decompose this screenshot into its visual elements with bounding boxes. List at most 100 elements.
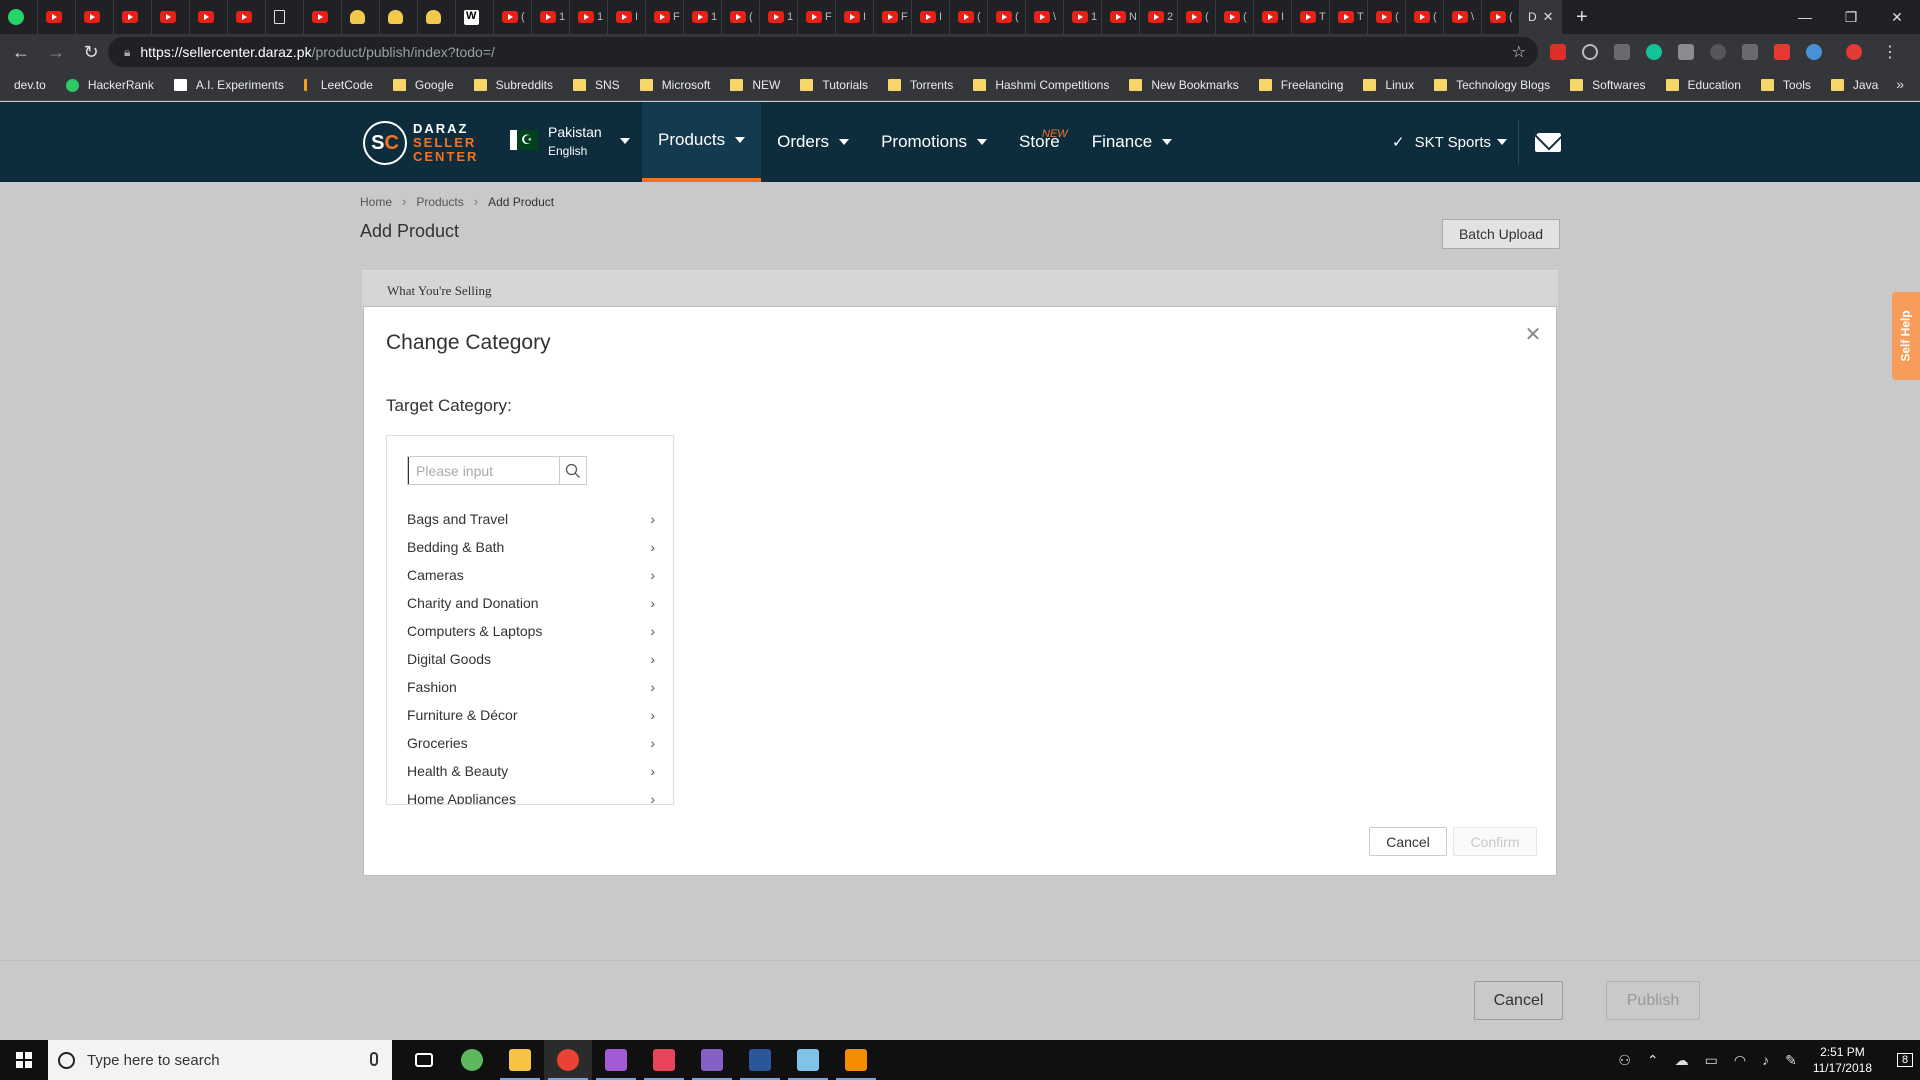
- taskbar-app[interactable]: [448, 1040, 496, 1080]
- taskbar-app[interactable]: [640, 1040, 688, 1080]
- browser-tab[interactable]: [152, 0, 190, 34]
- category-item[interactable]: Digital Goods ›: [407, 645, 655, 673]
- browser-tab[interactable]: \: [1444, 0, 1482, 34]
- browser-tab[interactable]: 1: [760, 0, 798, 34]
- nav-orders[interactable]: Orders: [761, 102, 865, 182]
- battery-icon[interactable]: ▭: [1705, 1052, 1718, 1069]
- bookmark-item[interactable]: Microsoft: [639, 78, 710, 92]
- bookmark-item[interactable]: Softwares: [1570, 78, 1646, 92]
- close-window-button[interactable]: ✕: [1874, 0, 1920, 34]
- browser-tab[interactable]: (: [950, 0, 988, 34]
- browser-tab[interactable]: \: [1026, 0, 1064, 34]
- bookmark-item[interactable]: Linux: [1363, 78, 1414, 92]
- wifi-icon[interactable]: ◠: [1734, 1052, 1746, 1069]
- reload-icon[interactable]: ↻: [77, 38, 105, 66]
- profile-avatar-icon[interactable]: [1846, 44, 1862, 60]
- dialog-cancel-button[interactable]: Cancel: [1369, 827, 1447, 856]
- bookmark-item[interactable]: SNS: [573, 78, 620, 92]
- bookmark-star-icon[interactable]: ☆: [1512, 42, 1526, 62]
- bookmark-item[interactable]: New Bookmarks: [1129, 78, 1239, 92]
- user-menu[interactable]: ✓ SKT Sports: [1392, 133, 1507, 151]
- bookmark-item[interactable]: Torrents: [887, 78, 953, 92]
- browser-tab[interactable]: [304, 0, 342, 34]
- category-item[interactable]: Groceries ›: [407, 729, 655, 757]
- browser-tab[interactable]: N: [1102, 0, 1140, 34]
- taskbar-app[interactable]: [400, 1040, 448, 1080]
- close-icon[interactable]: ✕: [1521, 322, 1545, 346]
- category-item[interactable]: Charity and Donation ›: [407, 589, 655, 617]
- close-tab-icon[interactable]: ✕: [1543, 9, 1554, 25]
- nav-store[interactable]: Store NEW: [1003, 102, 1076, 182]
- breadcrumb-products[interactable]: Products: [416, 195, 463, 209]
- browser-tab[interactable]: [228, 0, 266, 34]
- browser-tab[interactable]: T: [1292, 0, 1330, 34]
- nav-products[interactable]: Products: [642, 102, 762, 182]
- taskbar-app[interactable]: [736, 1040, 784, 1080]
- mail-icon[interactable]: [1535, 133, 1561, 152]
- browser-tab-active[interactable]: D ✕: [1520, 0, 1562, 34]
- nav-promotions[interactable]: Promotions: [865, 102, 1003, 182]
- browser-tab[interactable]: I: [912, 0, 950, 34]
- back-arrow-icon[interactable]: ←: [7, 38, 35, 66]
- taskbar-app[interactable]: [832, 1040, 880, 1080]
- browser-tab[interactable]: I: [608, 0, 646, 34]
- bookmark-item[interactable]: LeetCode: [303, 78, 373, 92]
- taskbar-app[interactable]: [496, 1040, 544, 1080]
- browser-tab[interactable]: [0, 0, 38, 34]
- category-item[interactable]: Home Appliances ›: [407, 785, 655, 804]
- browser-tab[interactable]: T: [1330, 0, 1368, 34]
- bookmark-item[interactable]: Java: [1830, 78, 1878, 92]
- browser-tab[interactable]: (: [1216, 0, 1254, 34]
- browser-tab[interactable]: (: [1178, 0, 1216, 34]
- batch-upload-button[interactable]: Batch Upload: [1442, 219, 1560, 249]
- browser-tab[interactable]: (: [988, 0, 1026, 34]
- settings-extension-icon[interactable]: [1710, 44, 1726, 60]
- font-extension-icon[interactable]: [1742, 44, 1758, 60]
- browser-tab[interactable]: [38, 0, 76, 34]
- browser-tab[interactable]: (: [494, 0, 532, 34]
- browser-tab[interactable]: [342, 0, 380, 34]
- dialog-confirm-button[interactable]: Confirm: [1453, 827, 1537, 856]
- taskbar-search[interactable]: Type here to search: [48, 1040, 392, 1080]
- globe-extension-icon[interactable]: [1806, 44, 1822, 60]
- browser-tab[interactable]: 1: [684, 0, 722, 34]
- bookmark-item[interactable]: Tools: [1760, 78, 1811, 92]
- browser-tab[interactable]: [190, 0, 228, 34]
- people-icon[interactable]: ⚇: [1618, 1052, 1631, 1069]
- browser-menu-icon[interactable]: ⋮: [1882, 42, 1898, 62]
- bookmark-item[interactable]: HackerRank: [65, 78, 154, 92]
- chevron-up-icon[interactable]: ⌃: [1647, 1052, 1659, 1069]
- taskbar-app[interactable]: [544, 1040, 592, 1080]
- bookmark-item[interactable]: Education: [1665, 78, 1741, 92]
- browser-tab[interactable]: F: [874, 0, 912, 34]
- bookmark-item[interactable]: Freelancing: [1258, 78, 1343, 92]
- daraz-logo[interactable]: SC DARAZ SELLER CENTER: [363, 121, 478, 165]
- forward-arrow-icon[interactable]: →: [42, 38, 70, 66]
- browser-tab[interactable]: 1: [570, 0, 608, 34]
- extension-x-icon[interactable]: [1614, 44, 1630, 60]
- category-item[interactable]: Health & Beauty ›: [407, 757, 655, 785]
- breadcrumb-home[interactable]: Home: [360, 195, 392, 209]
- browser-tab[interactable]: (: [722, 0, 760, 34]
- bookmark-item[interactable]: Tutorials: [800, 78, 868, 92]
- browser-tab[interactable]: 2: [1140, 0, 1178, 34]
- bookmark-item[interactable]: NEW: [730, 78, 780, 92]
- footer-cancel-button[interactable]: Cancel: [1474, 981, 1563, 1020]
- bookmark-item[interactable]: Google: [392, 78, 454, 92]
- browser-tab[interactable]: [266, 0, 304, 34]
- new-tab-button[interactable]: +: [1576, 6, 1588, 29]
- category-item[interactable]: Bags and Travel ›: [407, 505, 655, 533]
- browser-tab[interactable]: [418, 0, 456, 34]
- self-help-tab[interactable]: Self Help: [1892, 292, 1920, 380]
- dark-mode-extension-icon[interactable]: [1582, 44, 1598, 60]
- microphone-icon[interactable]: [370, 1052, 378, 1066]
- publish-button[interactable]: Publish: [1606, 981, 1700, 1020]
- browser-tab[interactable]: (: [1406, 0, 1444, 34]
- browser-tab[interactable]: I: [836, 0, 874, 34]
- category-item[interactable]: Computers & Laptops ›: [407, 617, 655, 645]
- country-language-selector[interactable]: Pakistan English: [510, 124, 630, 158]
- browser-tab[interactable]: 1: [1064, 0, 1102, 34]
- category-item[interactable]: Fashion ›: [407, 673, 655, 701]
- browser-tab[interactable]: F: [646, 0, 684, 34]
- heart-extension-icon[interactable]: [1774, 44, 1790, 60]
